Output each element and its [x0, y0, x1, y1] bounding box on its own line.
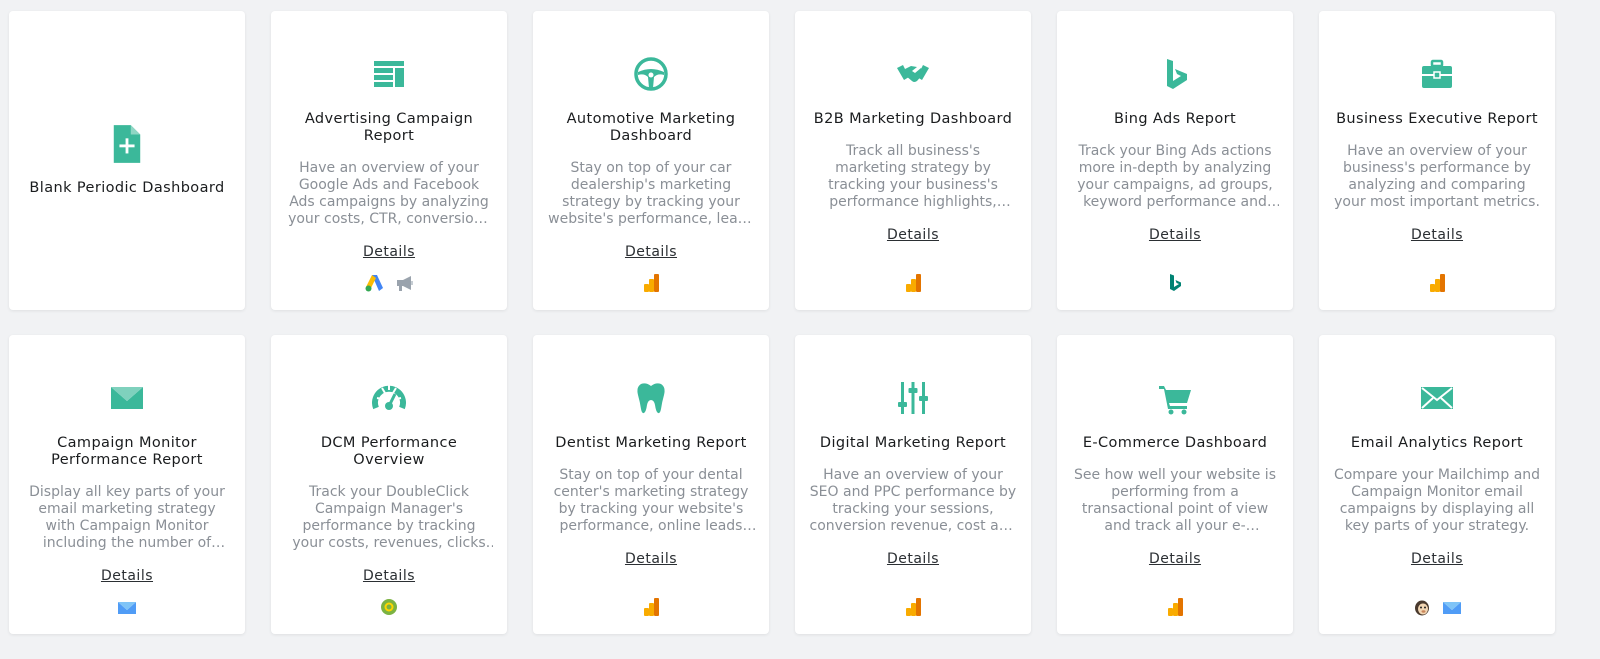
data-sources: [1319, 273, 1555, 293]
data-sources: [271, 597, 507, 617]
details-link[interactable]: Details: [625, 551, 677, 567]
template-card[interactable]: E-Commerce Dashboard See how well your we…: [1057, 335, 1293, 634]
google-analytics-icon: [903, 273, 923, 293]
card-title: E-Commerce Dashboard: [1082, 435, 1268, 451]
campaign-monitor-icon: [110, 381, 144, 415]
card-description: Have an overview of your Google Ads and …: [288, 160, 490, 227]
briefcase-icon: [1420, 57, 1454, 91]
card-title: Digital Marketing Report: [819, 435, 1007, 451]
data-sources: [795, 597, 1031, 617]
google-ads-icon: [364, 273, 384, 293]
template-grid: Blank Periodic Dashboard Advertising Camp…: [9, 11, 1555, 634]
details-link[interactable]: Details: [887, 551, 939, 567]
layout-icon: [372, 57, 406, 91]
file-plus-icon: [107, 124, 147, 164]
megaphone-icon: [394, 273, 414, 293]
data-sources: [1319, 597, 1555, 617]
card-description: Stay on top of your car dealership's mar…: [548, 160, 754, 227]
card-description: Display all key parts of your email mark…: [29, 484, 225, 551]
card-title: Dentist Marketing Report: [555, 435, 747, 451]
card-title: Email Analytics Report: [1350, 435, 1524, 451]
sliders-icon: [896, 381, 930, 415]
card-description: Have an overview of your SEO and PPC per…: [809, 467, 1017, 534]
template-card[interactable]: Digital Marketing Report Have an overview…: [795, 335, 1031, 634]
cart-icon: [1158, 381, 1192, 415]
card-title: Advertising Campaign Report: [304, 111, 474, 144]
template-card[interactable]: DCM Performance Overview Track your Doubl…: [271, 335, 507, 634]
campaign-monitor-source-icon: [1442, 597, 1462, 617]
details-link[interactable]: Details: [363, 568, 415, 584]
details-link[interactable]: Details: [887, 227, 939, 243]
google-analytics-icon: [1165, 597, 1185, 617]
template-card[interactable]: B2B Marketing Dashboard Track all busines…: [795, 11, 1031, 310]
template-card[interactable]: Dentist Marketing Report Stay on top of y…: [533, 335, 769, 634]
campaign-monitor-source-icon: [117, 597, 137, 617]
data-sources: [1057, 273, 1293, 293]
card-title: Bing Ads Report: [1113, 111, 1237, 127]
details-link[interactable]: Details: [1149, 227, 1201, 243]
template-card[interactable]: Email Analytics Report Compare your Mailc…: [1319, 335, 1555, 634]
details-link[interactable]: Details: [1149, 551, 1201, 567]
card-description: Track your Bing Ads actions more in-dept…: [1077, 143, 1273, 210]
data-sources: [1057, 597, 1293, 617]
card-title: DCM Performance Overview: [320, 435, 458, 468]
mailchimp-icon: [1412, 597, 1432, 617]
google-analytics-icon: [641, 597, 661, 617]
tooth-icon: [634, 381, 668, 415]
template-card[interactable]: Automotive Marketing Dashboard Stay on to…: [533, 11, 769, 310]
template-card[interactable]: Advertising Campaign Report Have an overv…: [271, 11, 507, 310]
template-card[interactable]: Bing Ads Report Track your Bing Ads actio…: [1057, 11, 1293, 310]
data-sources: [271, 273, 507, 293]
details-link[interactable]: Details: [625, 244, 677, 260]
google-analytics-icon: [641, 273, 661, 293]
template-card[interactable]: Campaign Monitor Performance Report Displ…: [9, 335, 245, 634]
envelope-icon: [1420, 381, 1454, 415]
details-link[interactable]: Details: [1411, 227, 1463, 243]
card-description: Track all business's marketing strategy …: [828, 143, 998, 210]
card-description: Compare your Mailchimp and Campaign Moni…: [1333, 467, 1541, 534]
data-sources: [795, 273, 1031, 293]
speedometer-icon: [372, 381, 406, 415]
card-title: Automotive Marketing Dashboard: [566, 111, 736, 144]
doubleclick-icon: [379, 597, 399, 617]
data-sources: [533, 597, 769, 617]
bing-ads-icon: [1165, 273, 1185, 293]
blank-dashboard-card[interactable]: Blank Periodic Dashboard: [9, 11, 245, 310]
data-sources: [9, 597, 245, 617]
card-title: Business Executive Report: [1336, 111, 1538, 127]
card-description: Have an overview of your business's perf…: [1334, 143, 1540, 210]
data-sources: [533, 273, 769, 293]
google-analytics-icon: [903, 597, 923, 617]
card-description: See how well your website is performing …: [1074, 467, 1276, 534]
steering-wheel-icon: [634, 57, 668, 91]
handshake-icon: [896, 57, 930, 91]
card-title: Campaign Monitor Performance Report: [51, 435, 203, 468]
google-analytics-icon: [1427, 273, 1447, 293]
card-description: Track your DoubleClick Campaign Manager'…: [292, 484, 486, 551]
card-title: Blank Periodic Dashboard: [29, 180, 225, 196]
details-link[interactable]: Details: [363, 244, 415, 260]
details-link[interactable]: Details: [1411, 551, 1463, 567]
bing-icon: [1158, 57, 1192, 91]
template-card[interactable]: Business Executive Report Have an overvie…: [1319, 11, 1555, 310]
card-description: Stay on top of your dental center's mark…: [553, 467, 749, 534]
details-link[interactable]: Details: [101, 568, 153, 584]
card-title: B2B Marketing Dashboard: [813, 111, 1013, 127]
